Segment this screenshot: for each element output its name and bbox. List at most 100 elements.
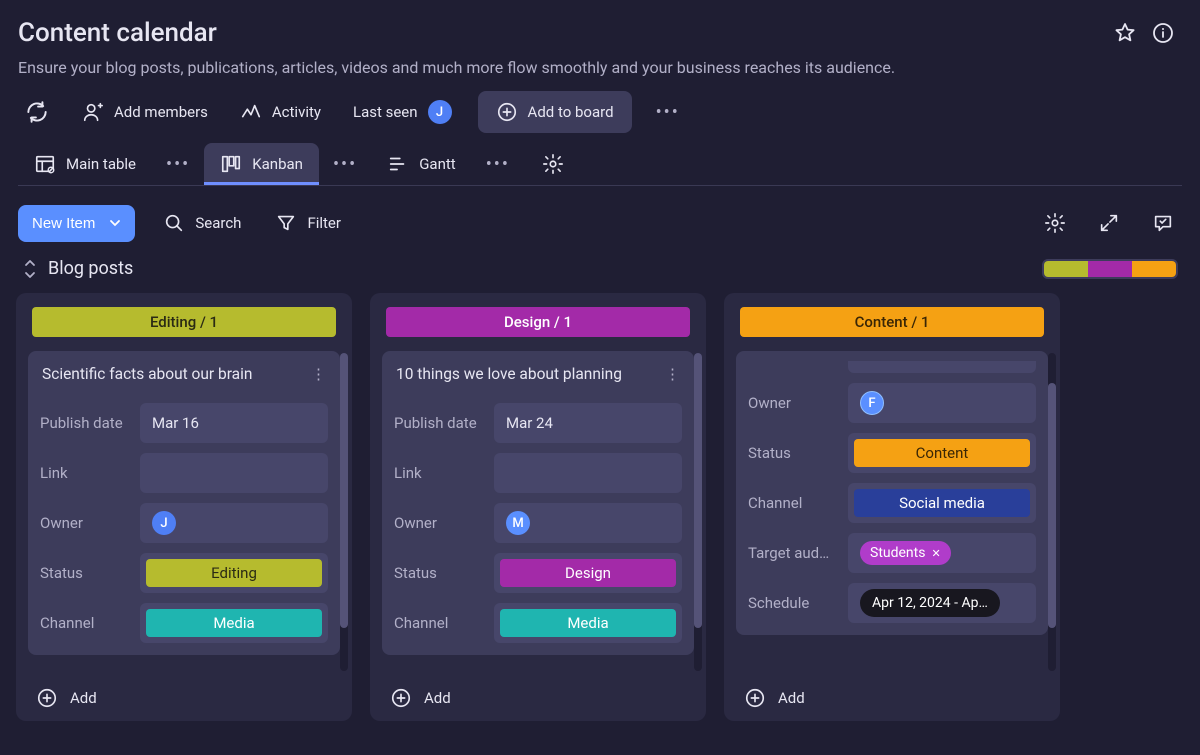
tab-kanban[interactable]: Kanban [204, 143, 319, 185]
toolbar-integrations: Add members Activity Last seen J Add to … [18, 77, 1182, 133]
kanban-card[interactable]: Scientific facts about our brain⋮Publish… [28, 351, 340, 655]
card-field-row: Channel Media [40, 603, 328, 643]
field-label: Status [40, 564, 130, 582]
field-label: Owner [40, 514, 130, 532]
scrollbar-thumb[interactable] [694, 353, 702, 628]
card-field-row: Link [394, 453, 682, 493]
tab-main-table-label: Main table [66, 155, 136, 173]
view-settings-button[interactable] [534, 145, 572, 183]
rotate-icon [24, 99, 50, 125]
scrollbar[interactable] [340, 353, 348, 671]
column-scroll[interactable]: OwnerFStatusContentChannelSocial mediaTa… [734, 351, 1050, 673]
field-value-status[interactable]: Media [140, 603, 328, 643]
automation-button[interactable] [18, 91, 56, 133]
field-value-status[interactable]: Media [494, 603, 682, 643]
field-label: Status [748, 444, 838, 462]
field-value-owner[interactable]: J [140, 503, 328, 543]
tag-label: Students [870, 545, 925, 561]
field-value-status[interactable]: Design [494, 553, 682, 593]
card-field-row: Schedule Apr 12, 2024 - Apr 3… [748, 583, 1036, 623]
add-to-board-button[interactable]: Add to board [478, 91, 632, 133]
gantt-icon [387, 153, 409, 175]
tab-gantt-label: Gantt [419, 155, 455, 173]
plus-circle-icon [496, 101, 518, 123]
add-card-label: Add [778, 689, 805, 707]
card-field-row: StatusDesign [394, 553, 682, 593]
add-card-button[interactable]: Add [26, 673, 342, 711]
search-button[interactable]: Search [157, 204, 247, 242]
field-value-status[interactable]: Content [848, 433, 1036, 473]
status-pill: Content [854, 439, 1030, 467]
card-field-row: Owner J [40, 503, 328, 543]
gear-icon [542, 153, 564, 175]
field-label: Channel [40, 614, 130, 632]
avatar: M [506, 511, 530, 535]
scrollbar[interactable] [1048, 353, 1056, 671]
collapse-handle[interactable] [22, 259, 38, 279]
add-members-button[interactable]: Add members [76, 93, 214, 131]
field-value-owner[interactable]: F [848, 383, 1036, 423]
field-label: Channel [394, 614, 484, 632]
info-icon [1151, 21, 1175, 45]
column-scroll[interactable]: 10 things we love about planning⋮Publish… [380, 351, 696, 673]
field-value[interactable]: Mar 16 [140, 403, 328, 443]
legend-seg-1 [1044, 261, 1088, 277]
activity-label: Activity [272, 103, 321, 121]
last-seen[interactable]: Last seen J [347, 92, 458, 132]
person-plus-icon [82, 101, 104, 123]
tab-gantt[interactable]: Gantt [371, 143, 471, 185]
field-label: Schedule [748, 594, 838, 612]
tab-kanban-label: Kanban [252, 155, 303, 173]
field-value-date[interactable]: Apr 12, 2024 - Apr 3… [848, 583, 1036, 623]
page-subtitle: Ensure your blog posts, publications, ar… [18, 58, 1182, 77]
scrollbar[interactable] [694, 353, 702, 671]
comments-button[interactable] [1144, 204, 1182, 242]
column-header[interactable]: Editing / 1 [32, 307, 336, 337]
filter-button[interactable]: Filter [269, 204, 347, 242]
activity-button[interactable]: Activity [234, 93, 327, 131]
field-value[interactable] [494, 453, 682, 493]
tab-main-table-menu[interactable]: ••• [162, 154, 194, 175]
tag-pill[interactable]: Students ✕ [860, 541, 951, 565]
kanban-icon [220, 153, 242, 175]
card-field-row: Link [40, 453, 328, 493]
tab-main-table[interactable]: Main table [18, 143, 152, 185]
kanban-column-content: Content / 1OwnerFStatusContentChannelSoc… [724, 293, 1060, 721]
avatar: J [428, 100, 452, 124]
tab-kanban-menu[interactable]: ••• [329, 154, 361, 175]
card-menu[interactable]: ⋮ [311, 365, 326, 383]
favorite-button[interactable] [1106, 14, 1144, 52]
field-value-owner[interactable]: M [494, 503, 682, 543]
field-label: Target aud… [748, 544, 838, 562]
field-value[interactable]: Mar 24 [494, 403, 682, 443]
kanban-card[interactable]: OwnerFStatusContentChannelSocial mediaTa… [736, 351, 1048, 635]
info-button[interactable] [1144, 14, 1182, 52]
tab-gantt-menu[interactable]: ••• [482, 154, 514, 175]
card-title: 10 things we love about planning [396, 365, 622, 383]
field-value[interactable] [140, 453, 328, 493]
card-menu[interactable]: ⋮ [665, 365, 680, 383]
field-value-tag[interactable]: Students ✕ [848, 533, 1036, 573]
status-pill: Social media [854, 489, 1030, 517]
field-value-status[interactable]: Editing [140, 553, 328, 593]
fullscreen-button[interactable] [1090, 204, 1128, 242]
new-item-button[interactable]: New Item [18, 205, 135, 242]
scrollbar-thumb[interactable] [340, 353, 348, 628]
activity-icon [240, 101, 262, 123]
group-name[interactable]: Blog posts [48, 258, 1042, 279]
add-card-button[interactable]: Add [734, 673, 1050, 711]
board-settings-button[interactable] [1036, 204, 1074, 242]
card-field-row: Target aud… Students ✕ [748, 533, 1036, 573]
chat-icon [1152, 212, 1174, 234]
column-header[interactable]: Content / 1 [740, 307, 1044, 337]
star-icon [1113, 21, 1137, 45]
scrollbar-thumb[interactable] [1048, 383, 1056, 628]
view-tabs: Main table ••• Kanban ••• Gantt ••• [18, 143, 1182, 186]
add-card-button[interactable]: Add [380, 673, 696, 711]
column-header[interactable]: Design / 1 [386, 307, 690, 337]
field-value-status[interactable]: Social media [848, 483, 1036, 523]
more-menu[interactable]: ••• [652, 102, 684, 123]
tag-remove-icon[interactable]: ✕ [931, 547, 940, 560]
kanban-card[interactable]: 10 things we love about planning⋮Publish… [382, 351, 694, 655]
column-scroll[interactable]: Scientific facts about our brain⋮Publish… [26, 351, 342, 673]
